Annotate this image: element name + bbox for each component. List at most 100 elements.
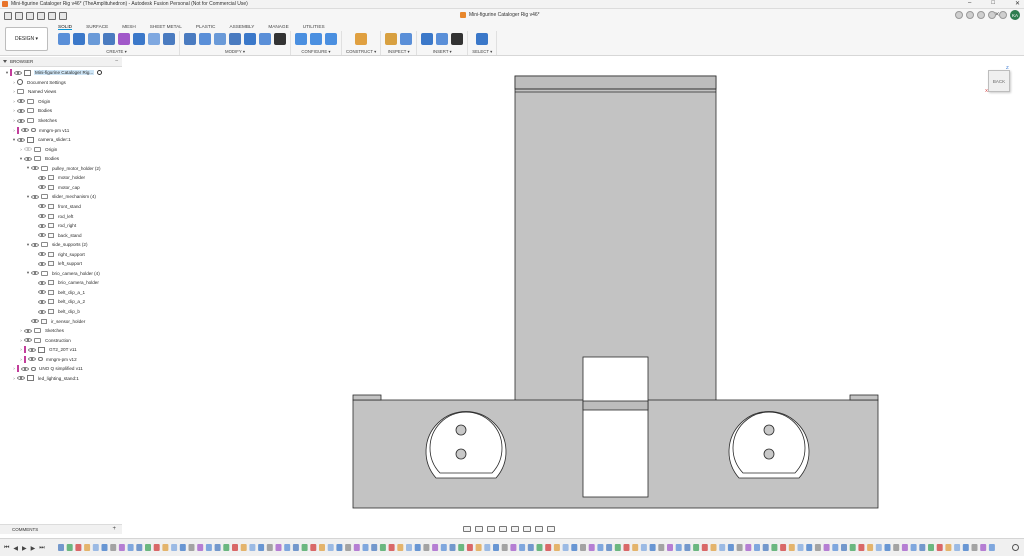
visibility-eye-icon[interactable] [31,166,39,171]
save-icon[interactable] [37,12,45,20]
timeline-feature-icon[interactable] [562,544,569,551]
notifications-icon[interactable] [988,11,996,19]
timeline-feature-icon[interactable] [893,544,900,551]
fillet-icon[interactable] [199,33,211,45]
tool-group-label[interactable]: MODIFY ▾ [225,49,245,55]
tree-item[interactable]: ▾ pulley_motor_holder (2) [0,164,130,174]
timeline-feature-icon[interactable] [701,544,708,551]
timeline-feature-icon[interactable] [736,544,743,551]
extrude-icon[interactable] [73,33,85,45]
visibility-eye-icon[interactable] [31,271,39,276]
timeline-feature-icon[interactable] [884,544,891,551]
timeline-feature-icon[interactable] [292,544,299,551]
tree-item[interactable]: ▾ side_supports (2) [0,240,130,250]
pattern-icon[interactable] [148,33,160,45]
timeline-feature-icon[interactable] [536,544,543,551]
timeline-feature-icon[interactable] [101,544,108,551]
timeline-feature-icon[interactable] [841,544,847,551]
plane-icon[interactable] [355,33,368,45]
tree-item[interactable]: belt_clip_a_2 [0,297,130,307]
display-settings-icon[interactable] [523,526,531,532]
timeline-feature-icon[interactable] [284,544,291,551]
timeline-feature-icon[interactable] [632,544,639,551]
tree-item[interactable]: › led_lighting_stand:1 [0,374,130,384]
timeline-feature-icon[interactable] [484,544,491,551]
tree-item[interactable]: ▾ brio_camera_holder (4) [0,269,130,279]
visibility-eye-icon[interactable] [38,223,46,228]
timeline-feature-icon[interactable] [110,544,117,551]
maximize-button[interactable]: □ [991,0,995,7]
visibility-eye-icon[interactable] [17,108,25,113]
timeline-feature-icon[interactable] [553,544,560,551]
revolve-icon[interactable] [88,33,100,45]
timeline-feature-icon[interactable] [440,544,447,551]
insert-derive-icon[interactable] [421,33,434,45]
pan-icon[interactable] [487,526,495,532]
timeline-feature-icon[interactable] [336,544,343,551]
tree-item[interactable]: ir_sensor_holder [0,316,130,326]
tab-sheet-metal[interactable]: SHEET METAL [150,24,182,30]
tree-item[interactable]: right_support [0,249,130,259]
look-at-icon[interactable] [475,526,483,532]
tab-mesh[interactable]: MESH [122,24,136,30]
visibility-eye-icon[interactable] [28,357,36,362]
timeline-feature-icon[interactable] [658,544,665,551]
viewports-icon[interactable] [547,526,555,532]
tree-item[interactable]: front_stand [0,202,130,212]
visibility-eye-icon[interactable] [17,137,25,142]
visibility-eye-icon[interactable] [31,242,39,247]
sweep-icon[interactable] [103,33,115,45]
tree-item[interactable]: ▾ Mini-figurine Cataloger Rig... [0,68,130,78]
select-window-icon[interactable] [476,33,489,45]
timeline-feature-icon[interactable] [266,544,273,551]
timeline-back-button[interactable]: ◀ [13,545,18,552]
timeline-feature-icon[interactable] [928,544,934,551]
timeline-feature-icon[interactable] [171,544,178,551]
config-3-icon[interactable] [325,33,337,45]
timeline-feature-icon[interactable] [458,544,465,551]
timeline-feature-icon[interactable] [771,544,778,551]
timeline-feature-icon[interactable] [301,544,308,551]
timeline-feature-icon[interactable] [423,544,430,551]
config-1-icon[interactable] [295,33,307,45]
timeline-feature-icon[interactable] [58,544,64,551]
move-icon[interactable] [274,33,286,45]
timeline-feature-icon[interactable] [954,544,961,551]
timeline-feature-icon[interactable] [223,544,230,551]
tree-item[interactable]: › mmgm-pm v12 [0,355,130,365]
timeline-feature-icon[interactable] [919,544,926,551]
loft-icon[interactable] [118,33,130,45]
chamfer-icon[interactable] [214,33,226,45]
timeline-feature-icon[interactable] [466,544,473,551]
tree-item[interactable]: motor_holder [0,173,130,183]
timeline-feature-icon[interactable] [597,544,604,551]
timeline-feature-icon[interactable] [371,544,378,551]
timeline-feature-icon[interactable] [92,544,99,551]
timeline-feature-icon[interactable] [345,544,352,551]
timeline-feature-icon[interactable] [667,544,673,551]
close-window-button[interactable]: ✕ [1015,0,1020,7]
timeline-feature-icon[interactable] [249,544,256,551]
visibility-eye-icon[interactable] [38,299,46,304]
timeline-feature-icon[interactable] [327,544,334,551]
visibility-eye-icon[interactable] [14,70,22,75]
tab-plastic[interactable]: PLASTIC [196,24,216,30]
timeline-feature-icon[interactable] [414,544,421,551]
timeline-feature-icon[interactable] [388,544,395,551]
timeline-feature-icon[interactable] [875,544,882,551]
visibility-eye-icon[interactable] [38,214,46,218]
tree-item[interactable]: ▾ slider_mechanism (4) [0,192,130,202]
timeline-feature-icon[interactable] [510,544,517,551]
timeline-feature-icon[interactable] [693,544,700,551]
extensions-icon[interactable] [966,11,974,19]
timeline-feature-icon[interactable] [640,544,647,551]
tree-item[interactable]: left_support [0,259,130,269]
visibility-eye-icon[interactable] [17,118,25,123]
tool-group-label[interactable]: SELECT ▾ [472,49,492,55]
timeline-feature-icon[interactable] [406,544,412,551]
tab-surface[interactable]: SURFACE [86,24,108,30]
tree-item[interactable]: motor_cap [0,183,130,193]
tree-item[interactable]: › Origin [0,144,130,154]
visibility-eye-icon[interactable] [31,319,39,324]
timeline-feature-icon[interactable] [449,544,456,551]
